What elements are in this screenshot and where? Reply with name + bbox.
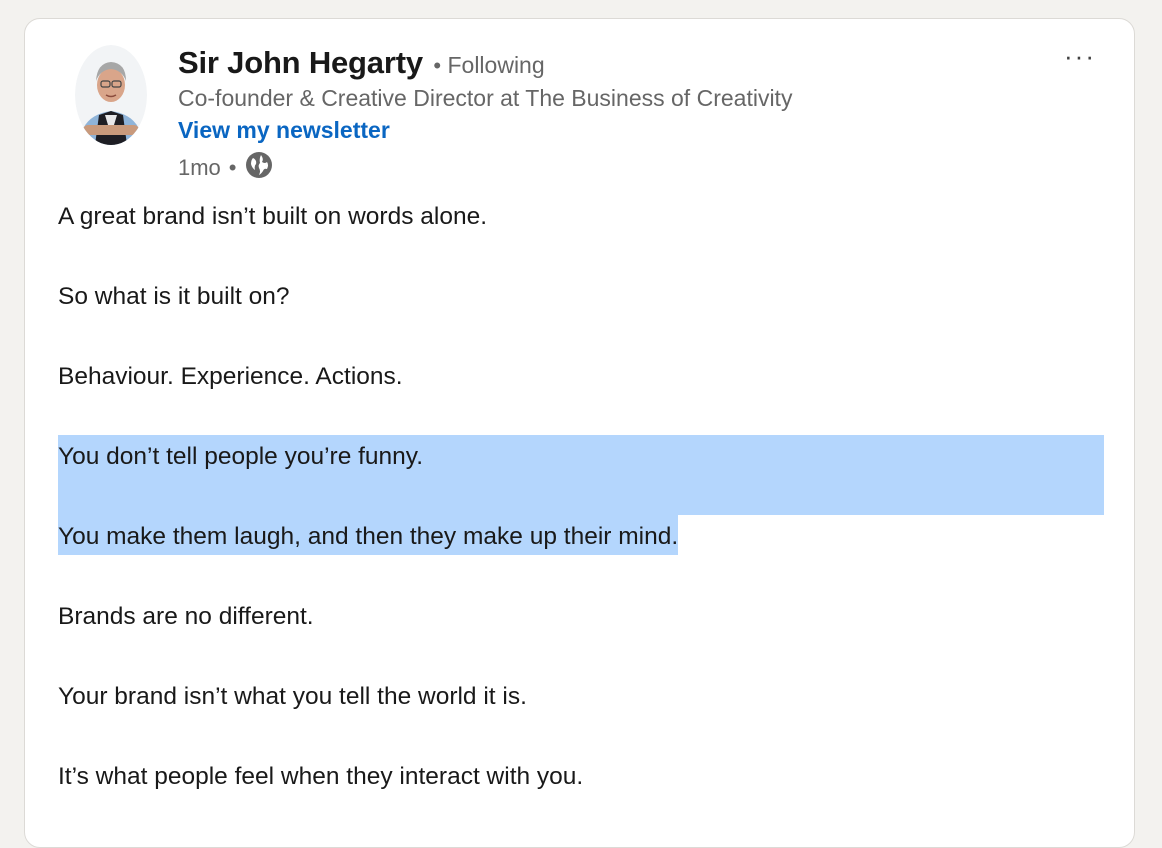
post-age: 1mo	[178, 155, 221, 180]
avatar-photo	[75, 45, 147, 145]
post-line: A great brand isn’t built on words alone…	[58, 203, 488, 230]
globe-icon	[245, 151, 273, 185]
post-line-highlighted: You make them laugh, and then they make …	[58, 515, 679, 555]
author-row: Sir John Hegarty • Following	[178, 45, 545, 81]
post-line: It’s what people feel when they interact…	[58, 763, 584, 790]
post-card: Sir John Hegarty • Following Co-founder …	[24, 18, 1135, 848]
post-line: Behaviour. Experience. Actions.	[58, 363, 403, 390]
more-options-icon[interactable]: ···	[1064, 41, 1096, 72]
author-headline: Co-founder & Creative Director at The Bu…	[178, 85, 793, 111]
post-meta: 1mo •	[178, 151, 273, 185]
post-line: Your brand isn’t what you tell the world…	[58, 683, 527, 710]
post-body: A great brand isn’t built on words alone…	[58, 195, 1104, 795]
post-line: So what is it built on?	[58, 283, 290, 310]
post-line-highlighted-wrap: You make them laugh, and then they make …	[58, 515, 1104, 555]
view-newsletter-link[interactable]: View my newsletter	[178, 117, 390, 144]
author-name[interactable]: Sir John Hegarty	[178, 45, 423, 80]
separator: •	[228, 155, 237, 180]
separator: •	[433, 53, 442, 78]
avatar[interactable]	[75, 45, 147, 145]
post-line: Brands are no different.	[58, 603, 314, 630]
follow-status: Following	[447, 52, 545, 78]
post-line-highlighted: You don’t tell people you’re funny.	[58, 435, 1104, 475]
